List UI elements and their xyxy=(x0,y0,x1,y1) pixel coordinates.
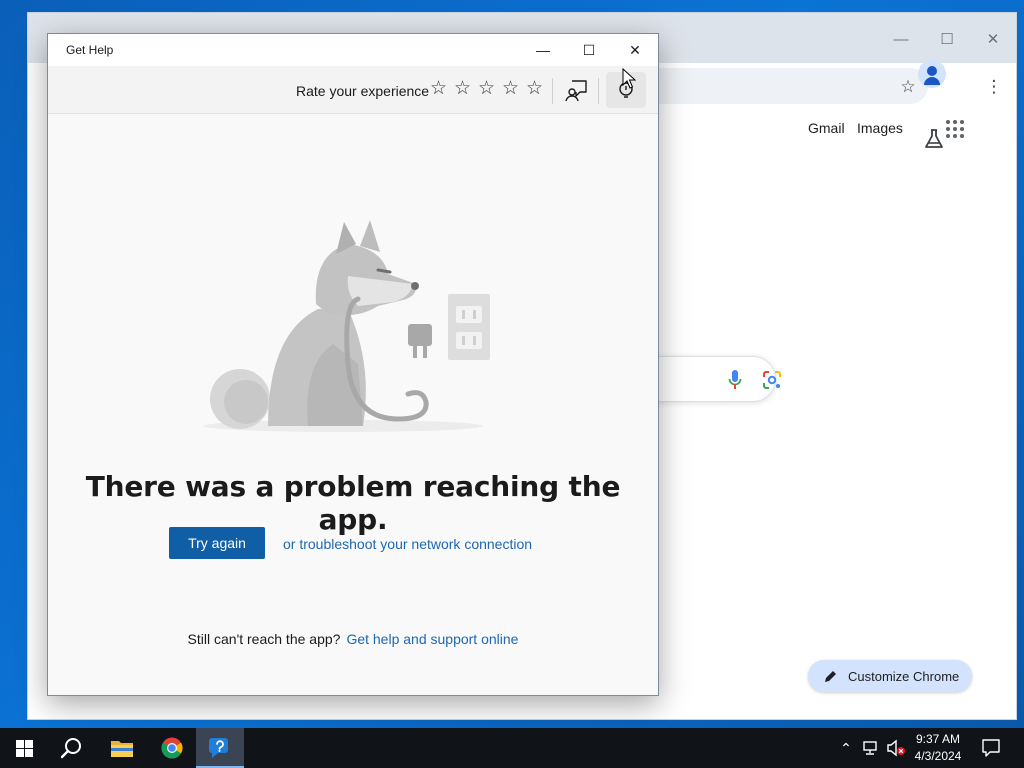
feedback-icon[interactable] xyxy=(564,78,590,104)
search-icon xyxy=(61,738,81,759)
notifications-icon[interactable] xyxy=(982,739,1000,757)
network-icon[interactable] xyxy=(862,740,880,756)
pencil-icon xyxy=(825,671,836,682)
clock-time[interactable]: 9:37 AM xyxy=(903,732,973,746)
labs-flask-icon[interactable] xyxy=(923,128,945,150)
toolbar-separator xyxy=(598,78,599,104)
troubleshoot-network-link[interactable]: or troubleshoot your network connection xyxy=(283,536,532,552)
chrome-close-button[interactable]: ✕ xyxy=(978,27,1008,53)
support-online-link[interactable]: Get help and support online xyxy=(346,631,518,647)
get-help-window: Get Help — ☐ ✕ Rate your experience ☆ ☆ … xyxy=(47,33,659,696)
help-close-button[interactable]: ✕ xyxy=(612,34,658,66)
chrome-minimize-button[interactable]: — xyxy=(886,27,916,53)
rating-star-3[interactable]: ☆ xyxy=(478,78,496,100)
taskbar-get-help[interactable] xyxy=(196,728,244,768)
still-cant-text: Still can't reach the app? xyxy=(187,631,341,647)
windows-logo-icon xyxy=(16,740,33,757)
get-help-app-icon xyxy=(209,738,228,758)
help-minimize-button[interactable]: — xyxy=(520,34,566,66)
help-toolbar: Rate your experience ☆ ☆ ☆ ☆ ☆ xyxy=(48,66,658,114)
rating-star-1[interactable]: ☆ xyxy=(430,78,448,100)
start-button[interactable] xyxy=(0,728,48,768)
chrome-menu-icon[interactable]: ⋮ xyxy=(980,73,1008,101)
rating-stars: ☆ ☆ ☆ ☆ ☆ xyxy=(430,78,544,100)
customize-chrome-label: Customize Chrome xyxy=(848,668,960,684)
profile-avatar[interactable] xyxy=(918,60,946,88)
toolbar-separator xyxy=(552,78,553,104)
taskbar-chrome[interactable] xyxy=(148,728,196,768)
chrome-maximize-button[interactable]: ☐ xyxy=(932,27,962,53)
disconnected-dog-illustration xyxy=(203,220,490,432)
taskbar-search-button[interactable] xyxy=(48,728,96,768)
error-heading: There was a problem reaching the app. xyxy=(85,470,621,536)
taskbar: ⌃ 9:37 AM 4/3/2024 xyxy=(0,728,1024,768)
try-again-button[interactable]: Try again xyxy=(169,527,265,559)
voice-search-icon[interactable] xyxy=(728,369,742,391)
rating-star-2[interactable]: ☆ xyxy=(454,78,472,100)
support-prompt: Still can't reach the app? Get help and s… xyxy=(48,631,658,647)
tray-overflow-chevron-icon[interactable]: ⌃ xyxy=(838,740,854,756)
mouse-cursor-icon xyxy=(622,68,636,89)
help-maximize-button[interactable]: ☐ xyxy=(566,34,612,66)
rating-star-5[interactable]: ☆ xyxy=(526,78,544,100)
help-window-title: Get Help xyxy=(66,43,114,57)
rate-experience-label: Rate your experience xyxy=(296,83,430,99)
chrome-logo-icon xyxy=(161,737,183,759)
gmail-link[interactable]: Gmail xyxy=(808,120,845,136)
images-link[interactable]: Images xyxy=(857,120,903,136)
folder-icon xyxy=(111,741,133,757)
google-apps-icon[interactable] xyxy=(946,120,964,138)
rating-star-4[interactable]: ☆ xyxy=(502,78,520,100)
customize-chrome-button[interactable]: Customize Chrome xyxy=(808,660,972,692)
clock-date[interactable]: 4/3/2024 xyxy=(903,749,973,763)
help-titlebar: Get Help — ☐ ✕ xyxy=(48,34,658,66)
lens-search-icon[interactable] xyxy=(763,371,781,389)
taskbar-file-explorer[interactable] xyxy=(98,728,146,768)
